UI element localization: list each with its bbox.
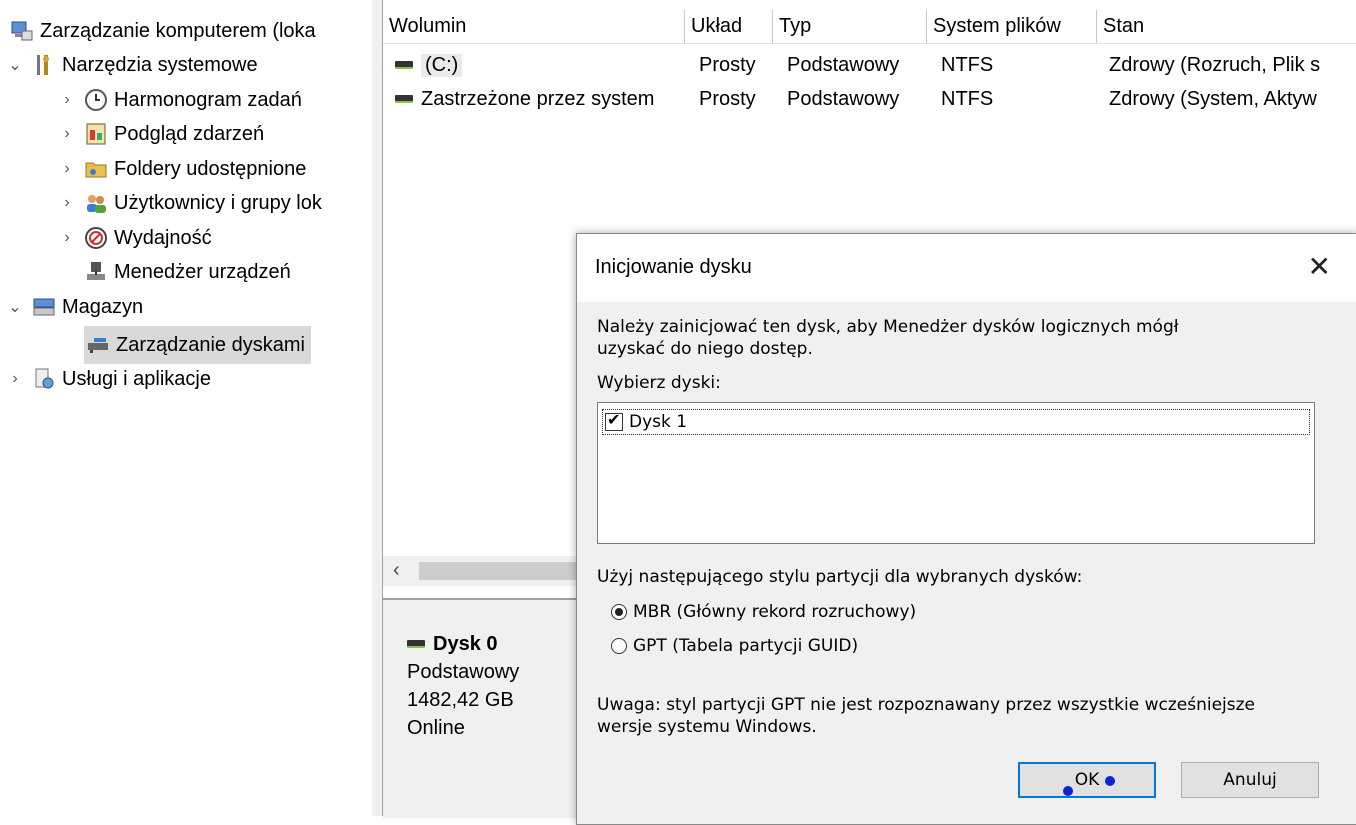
checkbox-checked[interactable] [605,410,623,431]
cursor-marker-dot [1105,776,1115,786]
ok-label: OK [1074,770,1100,790]
column-header-status[interactable]: Stan [1097,10,1356,44]
tree-item-event-viewer[interactable]: › Podgląd zdarzeń [56,117,264,151]
device-manager-icon [87,262,105,280]
tree-label: Narzędzia systemowe [62,53,258,76]
tree-label: Podgląd zdarzeń [114,122,265,145]
gpt-label: GPT (Tabela partycji GUID) [633,636,859,656]
disk-0-info[interactable]: Dysk 0 Podstawowy 1482,42 GB Online [407,630,519,742]
intro-text-line1: Należy zainicjować ten dysk, aby Menedże… [597,317,1179,337]
drive-icon [395,95,413,103]
select-disks-label: Wybierz dyski: [597,373,721,393]
mbr-label: MBR (Główny rekord rozruchowy) [633,602,917,622]
disk-icon [407,640,425,648]
tree-item-services[interactable]: › Usługi i aplikacje [4,362,211,396]
chevron-right-icon[interactable]: › [56,227,78,249]
dialog-title: Inicjowanie dysku [595,256,752,278]
cell-type: Podstawowy [787,53,900,76]
scroll-left-icon[interactable]: ‹ [393,559,400,582]
radio-unselected[interactable] [611,638,627,654]
cursor-marker-dot [1063,786,1073,796]
disk-1-checkbox-item[interactable]: Dysk 1 [602,409,1310,435]
close-icon[interactable]: ✕ [1308,250,1331,283]
note-line2: wersje systemu Windows. [597,717,817,737]
chevron-right-icon[interactable]: › [56,192,78,214]
tree-label: Harmonogram zadań [114,88,302,111]
table-row[interactable]: Zastrzeżone przez system [395,82,654,116]
tree-item-disk-management[interactable]: Zarządzanie dyskami [84,326,311,364]
chevron-right-icon[interactable]: › [4,368,26,390]
shared-folder-icon [85,162,107,178]
disk-type: Podstawowy [407,661,520,683]
column-header-type[interactable]: Typ [773,10,927,44]
tree-item-task-scheduler[interactable]: › Harmonogram zadań [56,83,302,117]
tree-label: Foldery udostępnione [114,157,307,180]
note-line1: Uwaga: styl partycji GPT nie jest rozpoz… [597,695,1256,715]
tree-label: Zarządzanie komputerem (loka [40,19,316,42]
intro-text-line2: uzyskać do niego dostęp. [597,339,813,359]
tree-item-performance[interactable]: › Wydajność [56,221,212,255]
services-icon [35,368,54,389]
table-row[interactable]: (C:) [395,48,463,82]
tree-item-shared-folders[interactable]: › Foldery udostępnione [56,152,306,186]
performance-icon [85,227,107,249]
tools-icon [37,55,49,75]
tree-label: Usługi i aplikacje [62,367,211,390]
initialize-disk-dialog: Inicjowanie dysku ✕ Należy zainicjować t… [576,233,1356,825]
clock-icon [85,89,107,111]
drive-icon [395,61,413,69]
mbr-radio[interactable]: MBR (Główny rekord rozruchowy) [611,602,916,622]
cell-status: Zdrowy (System, Aktyw [1109,87,1317,110]
volume-name: Zastrzeżone przez system [421,87,655,110]
tree-label: Wydajność [114,226,212,249]
partition-style-label: Użyj następującego stylu partycji dla wy… [597,567,1083,587]
cell-type: Podstawowy [787,87,900,110]
users-icon [87,195,106,213]
volume-name: (C:) [421,53,463,77]
tree-item-computer-management[interactable]: Zarządzanie komputerem (loka [10,14,316,48]
cell-layout: Prosty [699,87,756,110]
disk-name: Dysk 0 [433,633,498,655]
chevron-right-icon[interactable]: › [56,158,78,180]
disk-size: 1482,42 GB [407,689,514,711]
gpt-radio[interactable]: GPT (Tabela partycji GUID) [611,636,858,656]
storage-icon [33,298,55,316]
cancel-button[interactable]: Anuluj [1181,762,1319,798]
pane-splitter[interactable] [372,0,383,816]
tree-label: Magazyn [62,295,144,318]
tree-label: Użytkownicy i grupy lok [114,191,322,214]
disk-state: Online [407,717,465,739]
event-viewer-icon [86,123,106,145]
cell-filesystem: NTFS [941,53,994,76]
computer-management-icon [11,21,33,41]
ok-button[interactable]: OK [1018,762,1156,798]
disk-management-icon [88,338,108,353]
navigation-tree: Zarządzanie komputerem (loka ⌄ Narzędzia… [0,0,373,816]
tree-label: Zarządzanie dyskami [116,333,305,356]
disk-item-label: Dysk 1 [629,412,688,432]
chevron-down-icon[interactable]: ⌄ [4,54,26,76]
cell-layout: Prosty [699,53,756,76]
column-header-layout[interactable]: Układ [685,10,773,44]
column-header-volume[interactable]: Wolumin [383,10,685,44]
column-header-filesystem[interactable]: System plików [927,10,1097,44]
tree-label: Menedżer urządzeń [114,260,291,283]
chevron-right-icon[interactable]: › [56,123,78,145]
tree-item-device-manager[interactable]: Menedżer urządzeń [84,255,291,289]
cancel-label: Anuluj [1223,770,1277,790]
disk-selection-list: Dysk 1 [597,402,1315,544]
tree-item-system-tools[interactable]: ⌄ Narzędzia systemowe [4,48,258,82]
chevron-right-icon[interactable]: › [56,89,78,111]
dialog-body: Należy zainicjować ten dysk, aby Menedże… [577,302,1356,824]
cell-status: Zdrowy (Rozruch, Plik s [1109,53,1321,76]
radio-selected[interactable] [611,604,627,620]
chevron-down-icon[interactable]: ⌄ [4,296,26,318]
tree-item-storage[interactable]: ⌄ Magazyn [4,290,143,324]
scrollbar-thumb[interactable] [419,562,579,580]
cell-filesystem: NTFS [941,87,994,110]
tree-item-local-users[interactable]: › Użytkownicy i grupy lok [56,186,322,220]
